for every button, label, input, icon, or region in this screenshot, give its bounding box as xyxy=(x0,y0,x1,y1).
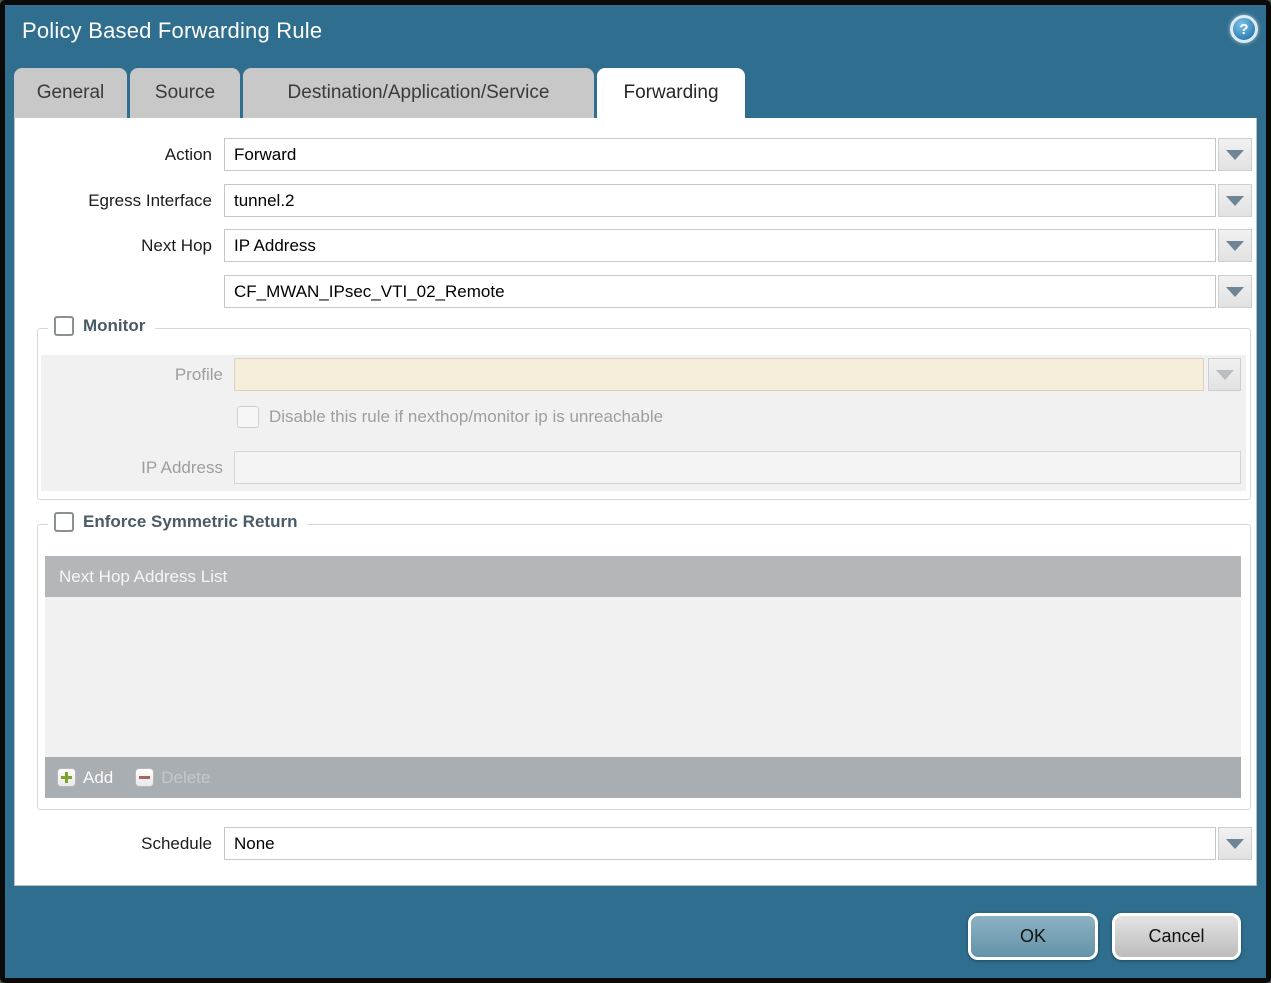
help-icon[interactable] xyxy=(1230,15,1258,43)
pbf-rule-dialog: Policy Based Forwarding Rule General Sou… xyxy=(0,0,1271,983)
monitor-checkbox[interactable] xyxy=(54,316,74,336)
monitor-ip-address-input xyxy=(234,451,1241,484)
delete-button-label: Delete xyxy=(161,768,210,788)
egress-interface-select[interactable]: tunnel.2 xyxy=(224,184,1216,217)
symmetric-return-checkbox[interactable] xyxy=(54,512,74,532)
tab-destination-application-service[interactable]: Destination/Application/Service xyxy=(243,68,594,118)
egress-interface-dropdown-button[interactable] xyxy=(1218,184,1252,217)
next-hop-address-table: Next Hop Address List Add Delete xyxy=(45,556,1241,798)
tab-bar: General Source Destination/Application/S… xyxy=(14,68,745,118)
chevron-down-icon xyxy=(1216,370,1234,380)
add-button[interactable]: Add xyxy=(57,768,113,788)
symmetric-return-legend: Enforce Symmetric Return xyxy=(48,512,307,532)
profile-label: Profile xyxy=(15,358,223,391)
schedule-select[interactable]: None xyxy=(224,827,1216,860)
tab-source[interactable]: Source xyxy=(130,68,240,118)
next-hop-type-dropdown-button[interactable] xyxy=(1218,229,1252,262)
next-hop-address-dropdown-button[interactable] xyxy=(1218,275,1252,308)
disable-rule-checkbox xyxy=(237,406,259,428)
next-hop-address-list-toolbar: Add Delete xyxy=(45,757,1241,798)
forwarding-tab-panel: Action Forward Egress Interface tunnel.2… xyxy=(14,118,1257,886)
next-hop-address-select[interactable]: CF_MWAN_IPsec_VTI_02_Remote xyxy=(224,275,1216,308)
minus-icon xyxy=(135,768,154,787)
action-select[interactable]: Forward xyxy=(224,138,1216,171)
disable-rule-label: Disable this rule if nexthop/monitor ip … xyxy=(269,406,663,428)
add-button-label: Add xyxy=(83,768,113,788)
chevron-down-icon xyxy=(1226,241,1244,251)
monitor-ip-address-label: IP Address xyxy=(15,451,223,484)
delete-button: Delete xyxy=(135,768,210,788)
next-hop-type-select[interactable]: IP Address xyxy=(224,229,1216,262)
action-dropdown-button[interactable] xyxy=(1218,138,1252,171)
profile-select xyxy=(234,358,1204,391)
chevron-down-icon xyxy=(1226,287,1244,297)
dialog-title: Policy Based Forwarding Rule xyxy=(22,18,322,44)
profile-dropdown-button xyxy=(1208,358,1241,391)
chevron-down-icon xyxy=(1226,196,1244,206)
schedule-label: Schedule xyxy=(15,827,212,860)
ok-button[interactable]: OK xyxy=(968,913,1098,960)
schedule-dropdown-button[interactable] xyxy=(1218,827,1252,860)
chevron-down-icon xyxy=(1226,839,1244,849)
chevron-down-icon xyxy=(1226,150,1244,160)
symmetric-return-legend-label: Enforce Symmetric Return xyxy=(83,512,297,532)
action-label: Action xyxy=(15,138,212,171)
tab-general[interactable]: General xyxy=(14,68,127,118)
tab-forwarding[interactable]: Forwarding xyxy=(597,68,745,118)
monitor-legend: Monitor xyxy=(48,316,155,336)
cancel-button[interactable]: Cancel xyxy=(1112,913,1241,960)
next-hop-address-list-body xyxy=(45,597,1241,757)
egress-interface-label: Egress Interface xyxy=(15,184,212,217)
next-hop-label: Next Hop xyxy=(15,229,212,262)
monitor-legend-label: Monitor xyxy=(83,316,145,336)
plus-icon xyxy=(57,768,76,787)
next-hop-address-list-header: Next Hop Address List xyxy=(45,556,1241,597)
